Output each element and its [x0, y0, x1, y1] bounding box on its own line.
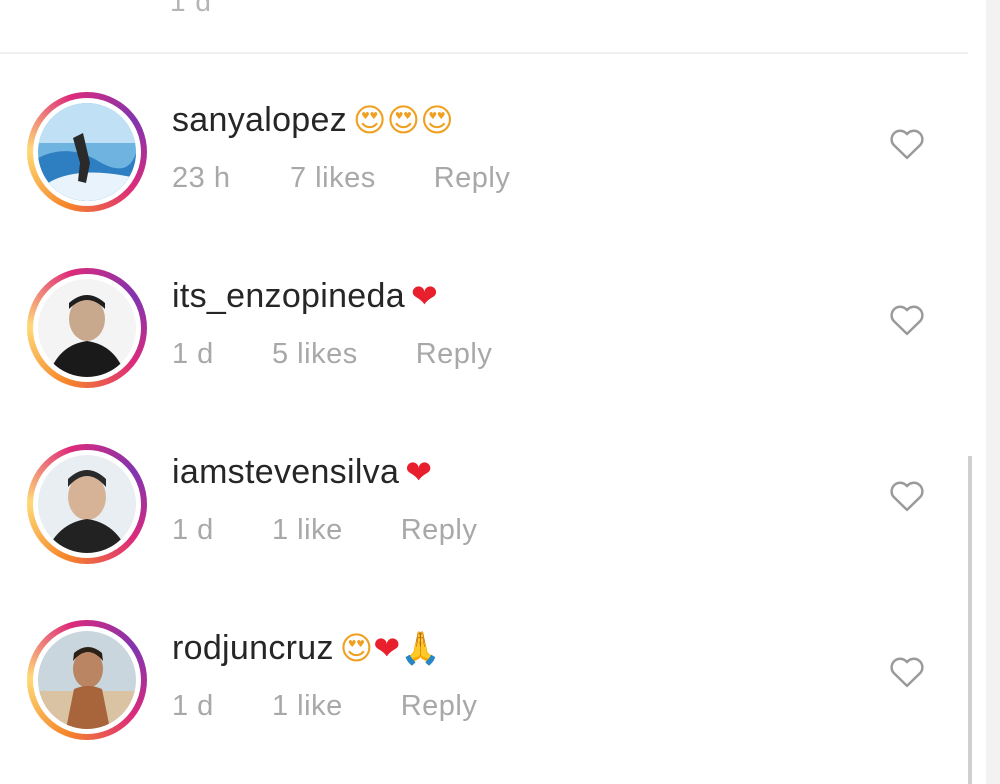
- comment-meta: 23 h 7 likes Reply: [172, 160, 510, 196]
- comment-username[interactable]: iamstevensilva: [172, 453, 399, 492]
- comment-likes[interactable]: 7 likes: [290, 162, 376, 195]
- comment-header: rodjuncruz 😍 ❤ 🙏: [172, 628, 441, 668]
- window-edge: [986, 0, 1000, 784]
- comment-header: sanyalopez 😍 😍 😍: [172, 100, 454, 140]
- avatar-border: [33, 626, 141, 734]
- emoji-folded-hands: 🙏: [400, 629, 441, 667]
- comment-meta: 1 d 1 like Reply: [172, 688, 477, 724]
- avatar-story-ring[interactable]: [27, 268, 147, 388]
- comment-item: sanyalopez 😍 😍 😍 23 h 7 likes Reply: [0, 80, 968, 230]
- heart-outline-icon[interactable]: [888, 127, 926, 161]
- avatar-story-ring[interactable]: [27, 92, 147, 212]
- comment-meta: 1 d 5 likes Reply: [172, 336, 492, 372]
- comment-likes[interactable]: 1 like: [272, 690, 343, 723]
- reply-button[interactable]: Reply: [416, 338, 493, 371]
- heart-outline-icon[interactable]: [888, 479, 926, 513]
- comment-item: iamstevensilva ❤ 1 d 1 like Reply: [0, 432, 968, 582]
- emoji-heart-eyes: 😍: [420, 101, 455, 139]
- comment-likes[interactable]: 1 like: [272, 514, 343, 547]
- comment-likes[interactable]: 5 likes: [272, 338, 358, 371]
- emoji-heart-eyes: 😍: [353, 101, 387, 139]
- emoji-heart-eyes: 😍: [339, 629, 374, 667]
- comment-time: 23 h: [172, 161, 231, 194]
- heart-outline-icon[interactable]: [888, 303, 926, 337]
- comment-time: 1 d: [172, 513, 214, 546]
- reply-button[interactable]: Reply: [401, 690, 478, 723]
- avatar: [38, 279, 136, 377]
- previous-comment-timestamp: 1 d: [170, 0, 212, 17]
- reply-button[interactable]: Reply: [434, 162, 511, 195]
- comment-header: its_enzopineda ❤: [172, 276, 438, 316]
- avatar-story-ring[interactable]: [27, 620, 147, 740]
- comment-username[interactable]: sanyalopez: [172, 101, 347, 140]
- avatar: [38, 103, 136, 201]
- comment-username[interactable]: its_enzopineda: [172, 277, 405, 316]
- avatar: [38, 631, 136, 729]
- emoji-red-heart: ❤: [405, 453, 433, 491]
- heart-outline-icon[interactable]: [888, 655, 926, 689]
- comment-divider: [0, 52, 968, 54]
- avatar-border: [33, 274, 141, 382]
- comment-item: rodjuncruz 😍 ❤ 🙏 1 d 1 like Reply: [0, 608, 968, 758]
- comment-meta: 1 d 1 like Reply: [172, 512, 477, 548]
- comment-username[interactable]: rodjuncruz: [172, 629, 334, 668]
- comment-time: 1 d: [172, 689, 214, 722]
- emoji-red-heart: ❤: [410, 277, 439, 315]
- scrollbar[interactable]: [968, 456, 972, 784]
- comment-header: iamstevensilva ❤: [172, 452, 432, 492]
- reply-button[interactable]: Reply: [401, 514, 478, 547]
- comment-time: 1 d: [172, 337, 214, 370]
- emoji-red-heart: ❤: [373, 629, 401, 667]
- avatar: [38, 455, 136, 553]
- avatar-border: [33, 98, 141, 206]
- comment-item: its_enzopineda ❤ 1 d 5 likes Reply: [0, 256, 968, 406]
- avatar-story-ring[interactable]: [27, 444, 147, 564]
- emoji-heart-eyes: 😍: [386, 101, 421, 139]
- avatar-border: [33, 450, 141, 558]
